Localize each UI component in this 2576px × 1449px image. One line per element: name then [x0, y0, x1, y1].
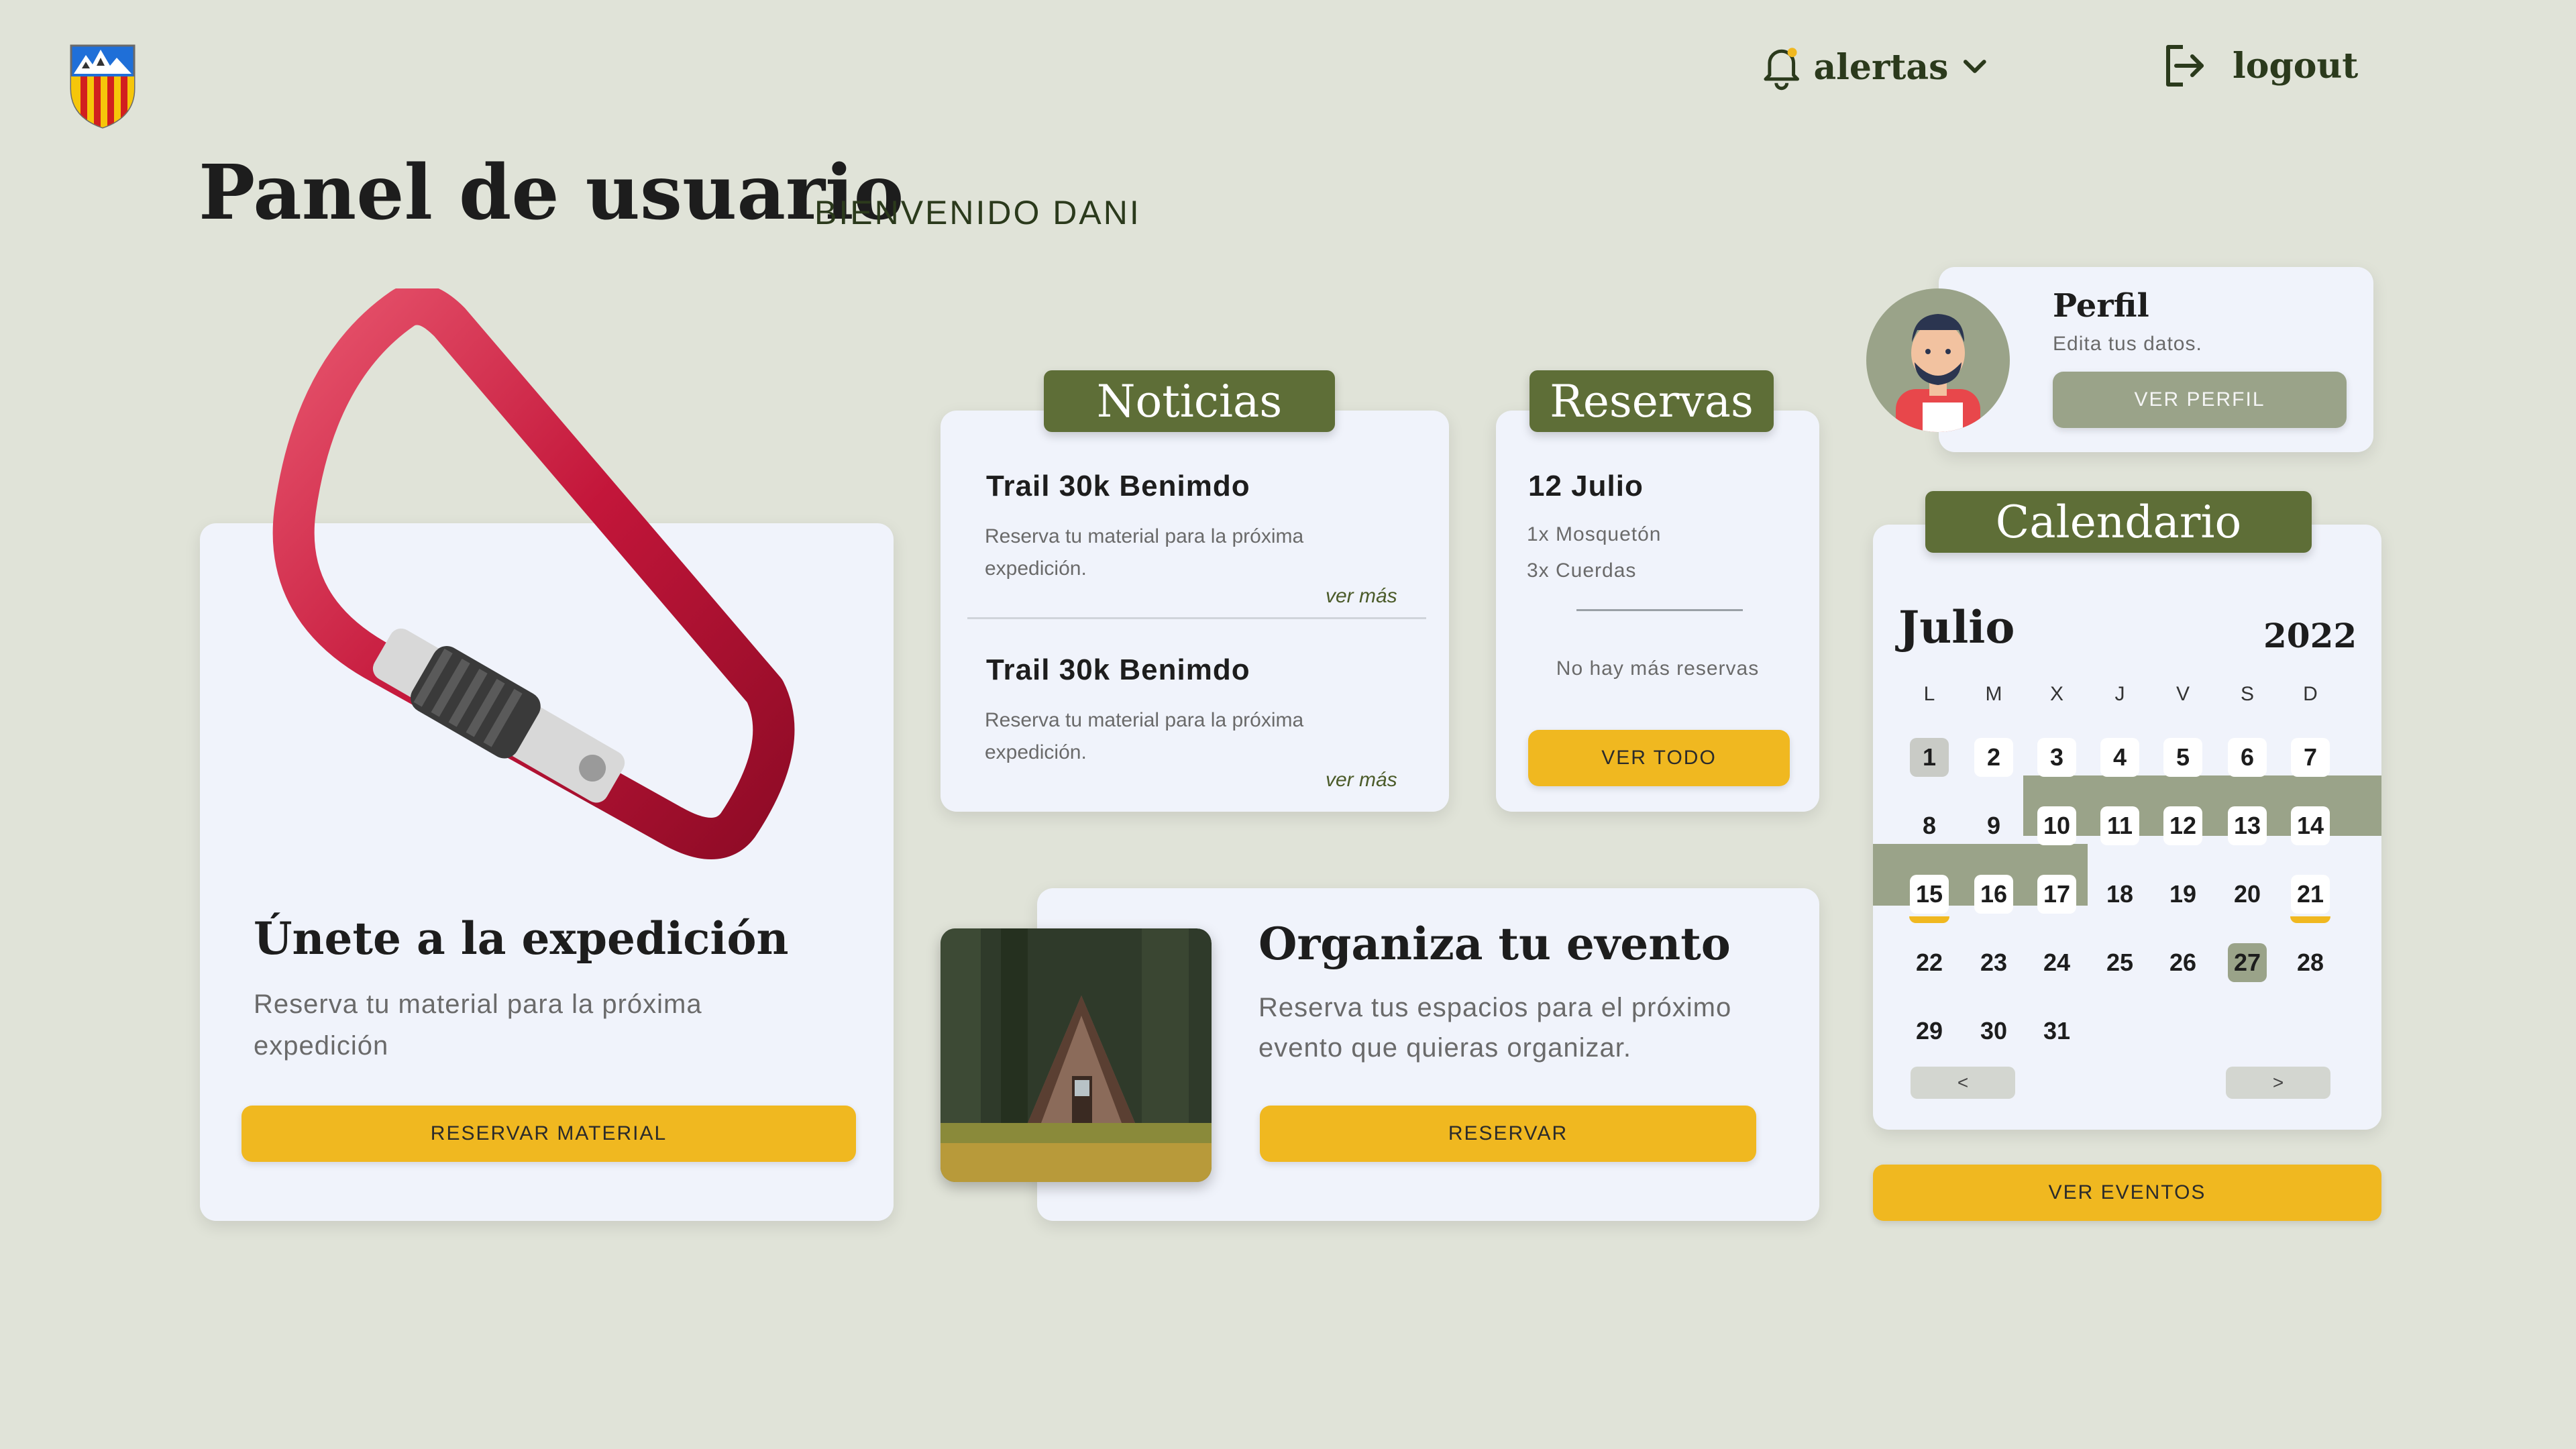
- chevron-down-icon: [1964, 60, 1987, 73]
- calendar-prev-button[interactable]: <: [1911, 1067, 2015, 1099]
- carabiner-image: [272, 288, 795, 859]
- profile-title: Perfil: [2053, 287, 2149, 325]
- club-logo: [70, 44, 136, 129]
- event-title: Organiza tu evento: [1258, 918, 1731, 970]
- tab-reservations[interactable]: Reservas: [1529, 370, 1774, 432]
- calendar-day[interactable]: 29: [1910, 1012, 1949, 1051]
- reservations-empty-text: No hay más reservas: [1556, 657, 1760, 680]
- expedition-description: Reserva tu material para la próxima expe…: [254, 989, 702, 1061]
- view-all-reservations-button[interactable]: VER TODO: [1528, 730, 1790, 786]
- calendar-day[interactable]: 11: [2100, 806, 2139, 845]
- calendar-weekday-label: S: [2240, 683, 2254, 705]
- calendar-day[interactable]: 3: [2037, 738, 2076, 777]
- calendar-day[interactable]: 1: [1910, 738, 1949, 777]
- calendar-day[interactable]: 26: [2163, 943, 2202, 982]
- news-item-description: Reserva tu material para la próxima expe…: [985, 525, 1304, 580]
- calendar-day[interactable]: 9: [1974, 806, 2013, 845]
- expedition-title: Únete a la expedición: [254, 912, 789, 965]
- calendar-day[interactable]: 17: [2037, 875, 2076, 914]
- calendar-day[interactable]: 12: [2163, 806, 2202, 845]
- bell-icon: [1764, 48, 1799, 91]
- page-title: Panel de usuario: [199, 149, 904, 237]
- avatar: [1866, 288, 2010, 432]
- reservation-item: 1x Mosquetón: [1527, 523, 1662, 545]
- calendar-day[interactable]: 4: [2100, 738, 2139, 777]
- calendar-day[interactable]: 15: [1910, 875, 1949, 914]
- news-item-title: Trail 30k Benimdo: [986, 470, 1250, 502]
- calendar-weekday-label: V: [2176, 683, 2190, 705]
- calendar-day[interactable]: 28: [2291, 943, 2330, 982]
- calendar-day[interactable]: 19: [2163, 875, 2202, 914]
- calendar-day[interactable]: 5: [2163, 738, 2202, 777]
- reserve-material-button[interactable]: RESERVAR MATERIAL: [241, 1106, 856, 1162]
- calendar-event-marker: [1909, 916, 1949, 923]
- news-read-more-link[interactable]: ver más: [1326, 585, 1397, 608]
- calendar-day[interactable]: 20: [2228, 875, 2267, 914]
- calendar-day[interactable]: 24: [2037, 943, 2076, 982]
- calendar-day[interactable]: 16: [1974, 875, 2013, 914]
- view-profile-button[interactable]: VER PERFIL: [2053, 372, 2347, 428]
- logout-label: logout: [2233, 45, 2359, 87]
- news-item-title: Trail 30k Benimdo: [986, 653, 1250, 686]
- calendar-day[interactable]: 31: [2037, 1012, 2076, 1051]
- tab-calendar[interactable]: Calendario: [1925, 491, 2312, 553]
- profile-subtitle: Edita tus datos.: [2053, 333, 2202, 355]
- calendar-weekday-label: M: [1985, 683, 2002, 705]
- calendar-day[interactable]: 14: [2291, 806, 2330, 845]
- calendar-day[interactable]: 18: [2100, 875, 2139, 914]
- cabin-image: [941, 928, 1212, 1182]
- calendar-event-marker: [2290, 916, 2330, 923]
- reservations-divider: [1576, 609, 1743, 611]
- calendar-weekday-label: X: [2049, 683, 2063, 705]
- news-item-description: Reserva tu material para la próxima expe…: [985, 709, 1304, 763]
- news-read-more-link[interactable]: ver más: [1326, 769, 1397, 792]
- reserve-event-button[interactable]: RESERVAR: [1260, 1106, 1756, 1162]
- reservation-item: 3x Cuerdas: [1527, 559, 1637, 582]
- calendar-day[interactable]: 21: [2291, 875, 2330, 914]
- logout-button[interactable]: logout: [2160, 38, 2361, 94]
- calendar-day[interactable]: 25: [2100, 943, 2139, 982]
- calendar-day[interactable]: 6: [2228, 738, 2267, 777]
- calendar-weekday-label: D: [2303, 683, 2318, 705]
- calendar-day[interactable]: 27: [2228, 943, 2267, 982]
- calendar-month: Julio: [1898, 601, 2015, 653]
- calendar-day[interactable]: 2: [1974, 738, 2013, 777]
- tab-news[interactable]: Noticias: [1044, 370, 1335, 432]
- calendar-day[interactable]: 22: [1910, 943, 1949, 982]
- calendar-day[interactable]: 8: [1910, 806, 1949, 845]
- calendar-day[interactable]: 13: [2228, 806, 2267, 845]
- calendar-next-button[interactable]: >: [2226, 1067, 2330, 1099]
- logout-icon: [2166, 45, 2204, 87]
- welcome-text: BIENVENIDO DANI: [814, 194, 1141, 231]
- calendar-year: 2022: [2263, 616, 2357, 655]
- news-divider: [967, 617, 1426, 619]
- event-description: Reserva tus espacios para el próximo eve…: [1258, 993, 1732, 1063]
- calendar-day[interactable]: 23: [1974, 943, 2013, 982]
- calendar-weekday-label: J: [2114, 683, 2125, 705]
- calendar-day[interactable]: 30: [1974, 1012, 2013, 1051]
- view-events-button[interactable]: VER EVENTOS: [1873, 1165, 2381, 1221]
- calendar-weekday-label: L: [1923, 683, 1935, 705]
- alerts-label: alertas: [1813, 46, 1949, 88]
- calendar-day[interactable]: 10: [2037, 806, 2076, 845]
- calendar-day[interactable]: 7: [2291, 738, 2330, 777]
- reservation-date: 12 Julio: [1528, 470, 1644, 502]
- alerts-menu[interactable]: alertas: [1762, 40, 1990, 94]
